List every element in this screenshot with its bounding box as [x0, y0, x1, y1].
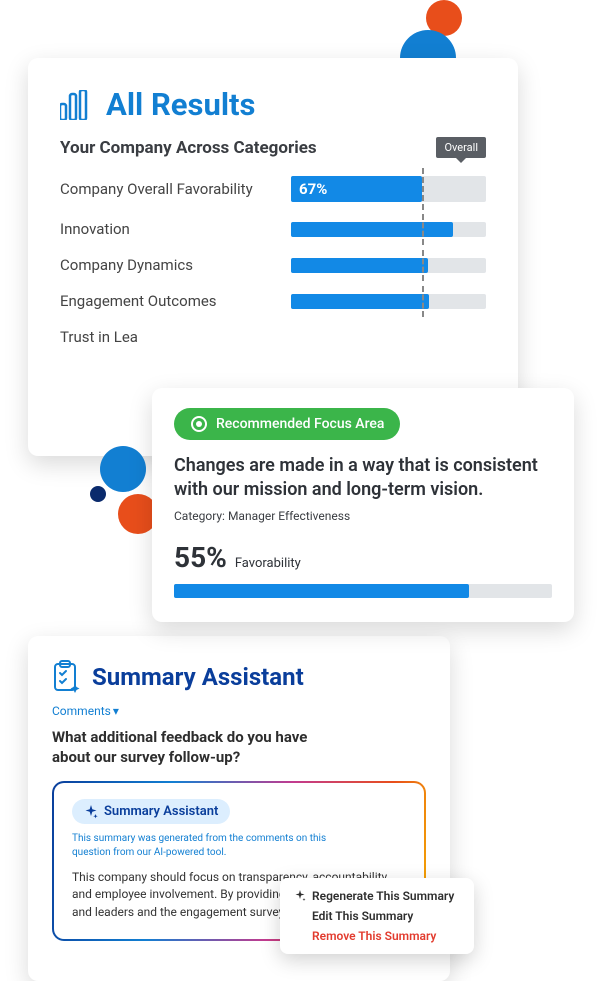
focus-pill: Recommended Focus Area [174, 408, 400, 440]
results-title: All Results [106, 86, 255, 123]
decor-dot-darkblue [90, 486, 106, 502]
menu-remove[interactable]: Remove This Summary [280, 926, 474, 946]
focus-percentage-label: Favorability [235, 556, 301, 571]
results-subtitle: Your Company Across Categories [60, 138, 317, 158]
survey-question: What additional feedback do you have abo… [52, 728, 332, 767]
menu-edit[interactable]: Edit This Summary [280, 906, 474, 926]
category-bar: 67% [291, 176, 486, 202]
focus-statement: Changes are made in a way that is consis… [174, 454, 552, 503]
focus-percentage: 55% [174, 541, 227, 574]
category-label: Trust in Lea [60, 328, 275, 346]
clipboard-sparkle-icon [52, 660, 82, 694]
comments-dropdown[interactable]: Comments ▾ [52, 704, 119, 718]
decor-dot-blue [100, 446, 146, 492]
focus-area-card: Recommended Focus Area Changes are made … [152, 388, 574, 622]
bar-chart-icon [60, 90, 94, 120]
category-row: Trust in Lea [60, 328, 486, 346]
chevron-down-icon: ▾ [113, 704, 119, 718]
category-label: Company Dynamics [60, 256, 275, 274]
category-row: Engagement Outcomes [60, 292, 486, 310]
menu-item-label: Edit This Summary [312, 909, 413, 923]
menu-regenerate[interactable]: Regenerate This Summary [280, 886, 474, 906]
category-bar [291, 258, 486, 273]
category-label: Innovation [60, 220, 275, 238]
category-bar [291, 294, 486, 309]
focus-category: Category: Manager Effectiveness [174, 509, 552, 523]
overall-badge: Overall [436, 137, 486, 158]
category-label: Company Overall Favorability [60, 180, 275, 198]
assistant-pill: Summary Assistant [72, 799, 230, 824]
menu-item-label: Regenerate This Summary [312, 889, 454, 903]
menu-item-label: Remove This Summary [312, 929, 436, 943]
category-label: Engagement Outcomes [60, 292, 275, 310]
category-bar [291, 222, 486, 237]
assistant-pill-label: Summary Assistant [104, 804, 218, 819]
ai-summary-note: This summary was generated from the comm… [72, 832, 332, 859]
focus-pill-label: Recommended Focus Area [216, 416, 384, 432]
focus-bar [174, 584, 552, 598]
sparkle-icon [294, 890, 306, 902]
category-row: Innovation [60, 220, 486, 238]
sparkle-icon [84, 805, 98, 819]
category-value: 67% [299, 180, 327, 198]
summary-title: Summary Assistant [92, 663, 304, 691]
category-row: Company Dynamics [60, 256, 486, 274]
category-row: Company Overall Favorability 67% [60, 176, 486, 202]
summary-context-menu: Regenerate This Summary Edit This Summar… [280, 878, 474, 954]
target-icon [190, 415, 208, 433]
